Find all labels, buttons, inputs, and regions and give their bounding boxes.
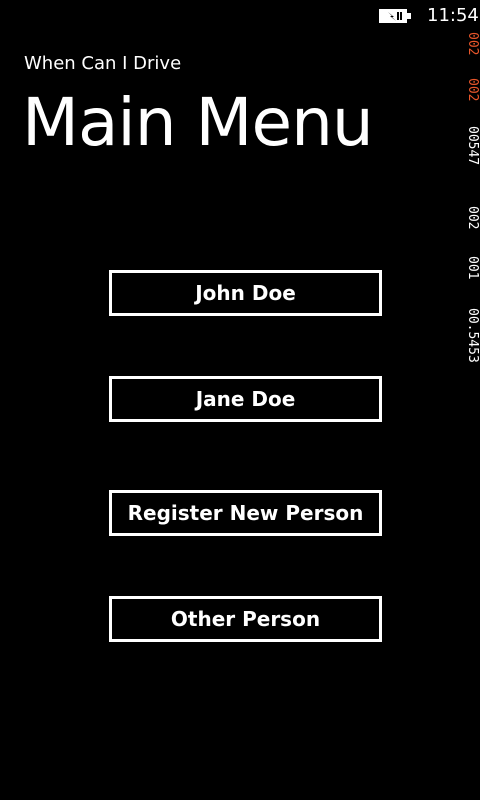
- person-button-john-doe[interactable]: John Doe: [109, 270, 382, 316]
- battery-charging-icon: [379, 9, 411, 23]
- frame-counter-value-3: 002: [465, 206, 480, 230]
- frame-counter-value-2: 00547: [465, 126, 480, 166]
- status-time: 11:54: [427, 5, 479, 26]
- status-bar: 11:54: [0, 0, 480, 32]
- frame-counter-value-5: 00.5453: [465, 308, 480, 363]
- frame-counter-value-4: 001: [465, 256, 480, 280]
- person-button-jane-doe[interactable]: Jane Doe: [109, 376, 382, 422]
- other-person-button[interactable]: Other Person: [109, 596, 382, 642]
- register-new-person-button[interactable]: Register New Person: [109, 490, 382, 536]
- page-title: Main Menu: [22, 84, 374, 161]
- frame-rate-counter: 002 002 00547 002 001 00.5453: [465, 32, 480, 402]
- app-title: When Can I Drive: [24, 53, 182, 74]
- frame-counter-value-1: 002: [465, 78, 480, 102]
- frame-counter-value-0: 002: [465, 32, 480, 56]
